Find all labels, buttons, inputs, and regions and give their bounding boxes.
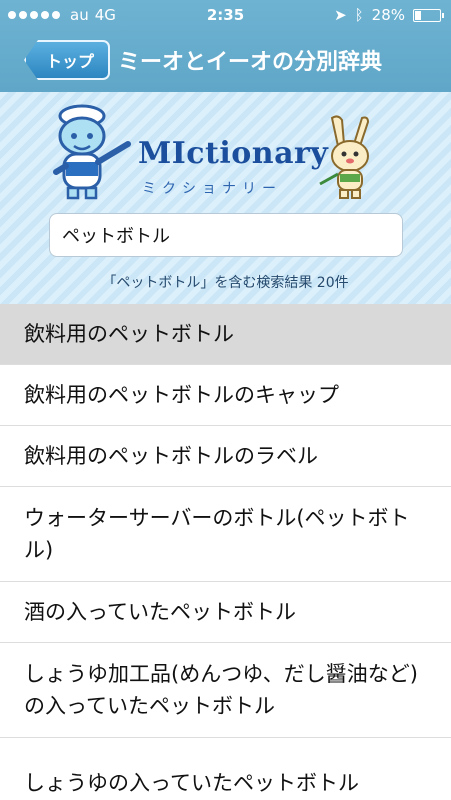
list-item[interactable]: 飲料用のペットボトルのラベル bbox=[0, 426, 451, 487]
status-bar: au 4G 2:35 ➤ ᛒ 28% bbox=[0, 0, 451, 30]
list-item[interactable]: 酒の入っていたペットボトル bbox=[0, 582, 451, 643]
app-header: au 4G 2:35 ➤ ᛒ 28% トップ ミーオとイーオの分別辞典 bbox=[0, 0, 451, 92]
list-item-label: 飲料用のペットボトルのキャップ bbox=[24, 383, 339, 407]
list-item[interactable]: 飲料用のペットボトルのキャップ bbox=[0, 365, 451, 426]
result-list: 飲料用のペットボトル 飲料用のペットボトルのキャップ 飲料用のペットボトルのラベ… bbox=[0, 304, 451, 800]
list-item-label: 飲料用のペットボトルのラベル bbox=[24, 444, 318, 468]
search-input[interactable]: ペットボトル bbox=[49, 213, 403, 257]
list-item[interactable]: しょうゆ加工品(めんつゆ、だし醤油など)の入っていたペットボトル bbox=[0, 643, 451, 738]
result-count-text: 「ペットボトル」を含む検索結果 20件 bbox=[102, 275, 349, 291]
back-button[interactable]: トップ bbox=[24, 40, 111, 80]
location-arrow-icon: ➤ bbox=[334, 6, 347, 24]
logo-text: MIctionary bbox=[138, 136, 329, 171]
list-item-label: しょうゆの入っていたペットボトル bbox=[24, 770, 359, 795]
list-item[interactable]: ウォーターサーバーのボトル(ペットボトル) bbox=[0, 487, 451, 582]
list-item-label: 酒の入っていたペットボトル bbox=[24, 600, 296, 624]
page-title: ミーオとイーオの分別辞典 bbox=[118, 50, 383, 75]
rabbit-mascot-icon bbox=[319, 115, 370, 199]
list-item[interactable]: 飲料用のペットボトル bbox=[0, 304, 451, 365]
battery-percent: 28% bbox=[371, 6, 405, 24]
banner: MIctionary ミクショナリー ペットボトル 「ペットボトル」を含む検索結… bbox=[0, 92, 451, 304]
battery-fill bbox=[415, 10, 421, 20]
logo-subtitle: ミクショナリー bbox=[142, 181, 282, 197]
list-item-label: 飲料用のペットボトル bbox=[24, 322, 234, 346]
mascot-character-icon bbox=[53, 104, 131, 200]
nav-bar: トップ ミーオとイーオの分別辞典 bbox=[0, 30, 451, 92]
battery-icon bbox=[413, 8, 444, 22]
bluetooth-icon: ᛒ bbox=[354, 6, 364, 24]
list-item-label: しょうゆ加工品(めんつゆ、だし醤油など)の入っていたペットボトル bbox=[24, 662, 418, 718]
list-item[interactable]: しょうゆの入っていたペットボトル bbox=[0, 738, 451, 800]
status-right: ➤ ᛒ 28% bbox=[334, 6, 444, 24]
list-item-label: ウォーターサーバーのボトル(ペットボトル) bbox=[24, 506, 410, 562]
